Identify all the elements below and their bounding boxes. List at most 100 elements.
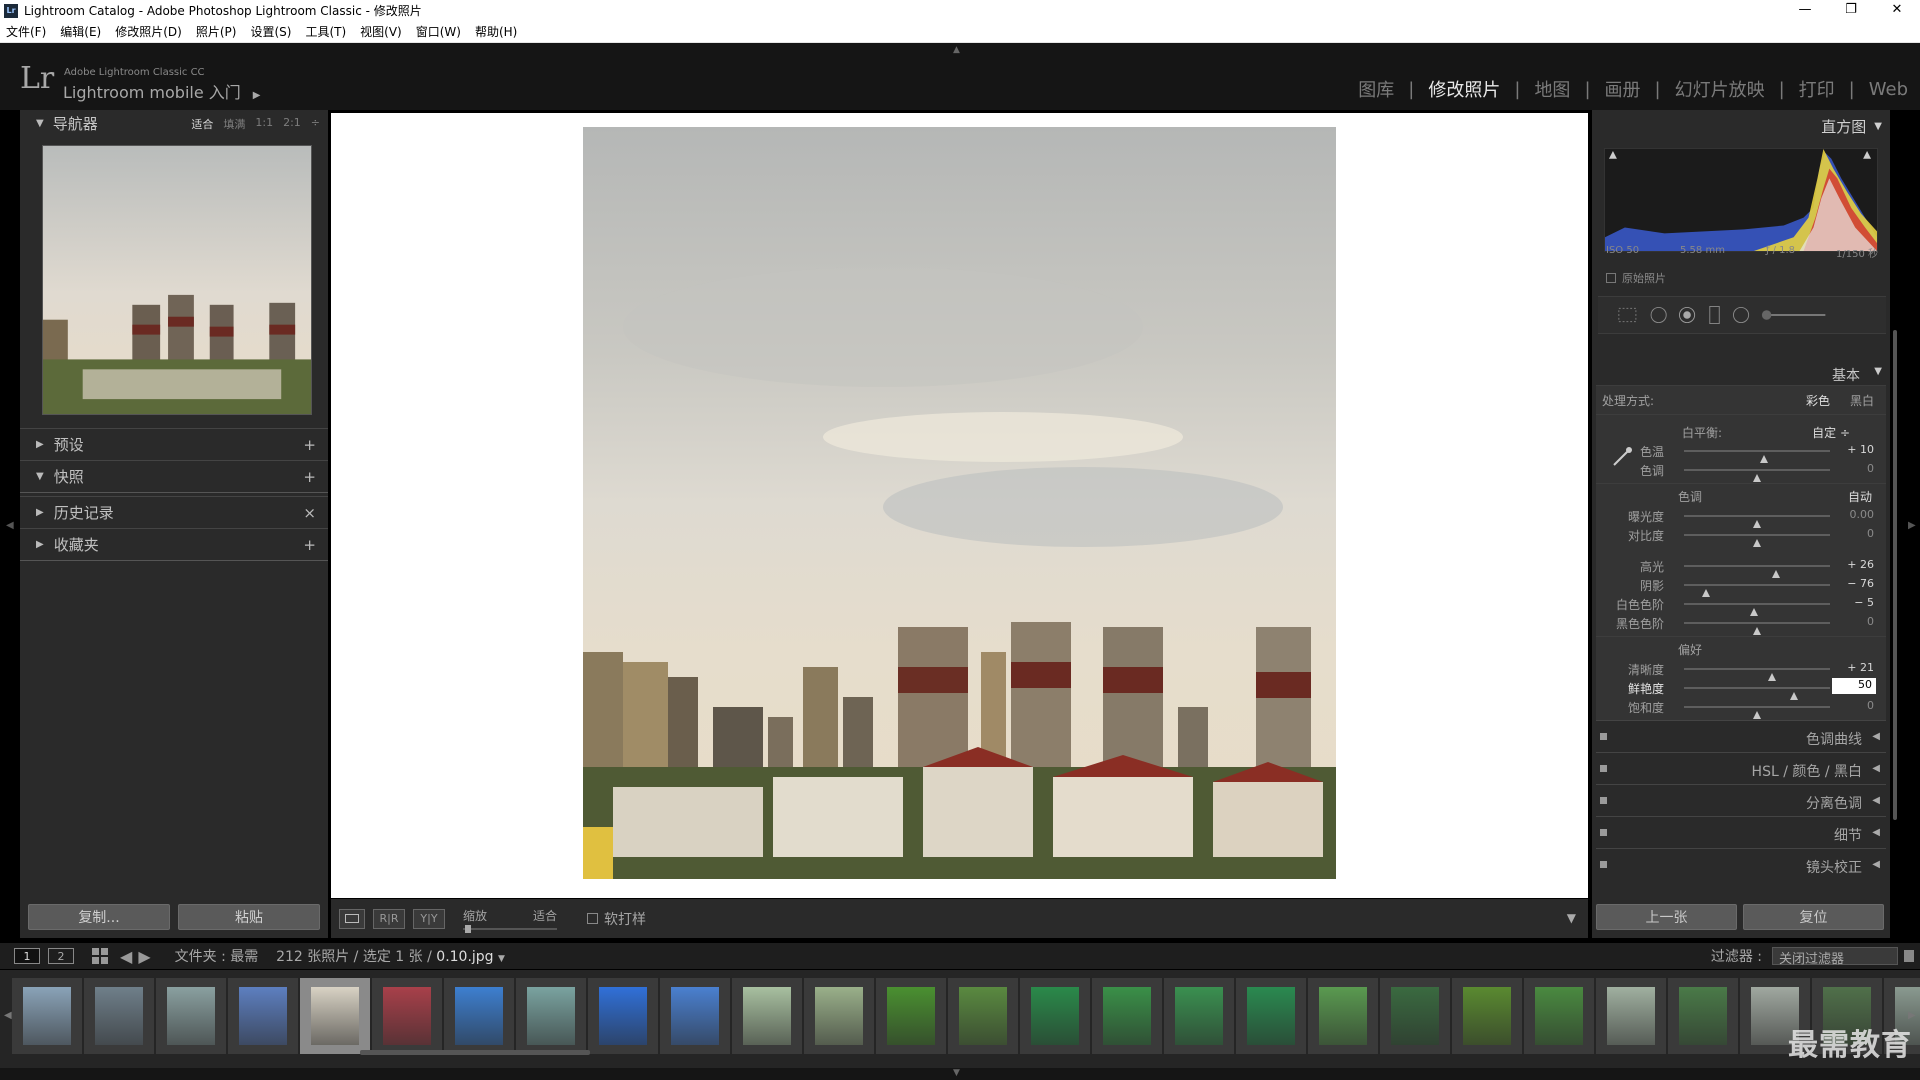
zoom-control[interactable]: 缩放 适合	[463, 907, 557, 933]
slider-track[interactable]	[1684, 515, 1830, 528]
clear-history-button[interactable]: ×	[303, 504, 316, 522]
collapsed-panel[interactable]: 细节 ◀	[1596, 816, 1886, 848]
right-panel-toggle-icon[interactable]: ▶	[1908, 520, 1916, 531]
nav-mode-dropdown[interactable]: ÷	[311, 116, 320, 132]
slider-knob[interactable]	[1753, 474, 1761, 482]
slider-track[interactable]	[1684, 706, 1830, 719]
filmstrip-thumbnail[interactable]	[1596, 978, 1666, 1054]
basic-panel-header[interactable]: 基本 ▼	[1596, 365, 1886, 385]
secondary-display-button[interactable]: 2	[48, 948, 74, 964]
module-book[interactable]: 画册	[1605, 76, 1641, 102]
filmstrip-thumbnail[interactable]	[156, 978, 226, 1054]
menu-view[interactable]: 视图(V)	[360, 23, 402, 40]
module-library[interactable]: 图库	[1358, 76, 1394, 102]
filmstrip-scroll-left-icon[interactable]: ◀	[4, 1010, 12, 1021]
paste-settings-button[interactable]: 粘贴	[178, 904, 320, 930]
histogram-chart[interactable]	[1604, 148, 1878, 252]
slider-row[interactable]: 黑色色阶 0	[1596, 613, 1886, 635]
slider-row[interactable]: 色温 + 10	[1596, 441, 1886, 463]
left-panel-toggle-icon[interactable]: ◀	[6, 520, 14, 531]
panel-toggle-switch-icon[interactable]	[1600, 765, 1607, 772]
before-after-tb-button[interactable]: Y|Y	[413, 908, 445, 929]
loupe-view-button[interactable]	[339, 908, 365, 929]
nav-mode-fit[interactable]: 适合	[191, 116, 213, 132]
panel-toggle-switch-icon[interactable]	[1600, 733, 1607, 740]
add-collection-button[interactable]: +	[303, 536, 316, 554]
white-balance-preset-dropdown[interactable]: 自定 ÷	[1812, 424, 1850, 441]
slider-track[interactable]	[1684, 622, 1830, 635]
filmstrip-thumbnail[interactable]	[228, 978, 298, 1054]
radial-filter-icon[interactable]	[1733, 306, 1750, 324]
filmstrip-thumbnail[interactable]	[804, 978, 874, 1054]
filmstrip-thumbnail[interactable]	[948, 978, 1018, 1054]
filter-lock-icon[interactable]	[1904, 950, 1914, 962]
bottom-panel-toggle-icon[interactable]: ▼	[953, 1068, 960, 1078]
slider-row[interactable]: 高光 + 26	[1596, 556, 1886, 578]
slider-value-input[interactable]: 50	[1832, 678, 1876, 694]
filmstrip-thumbnail[interactable]	[444, 978, 514, 1054]
slider-row[interactable]: 色调 0	[1596, 460, 1886, 482]
history-section[interactable]: ▶ 历史记录 ×	[20, 496, 328, 528]
before-after-lr-button[interactable]: R|R	[373, 908, 405, 929]
filmstrip-thumbnail[interactable]	[300, 978, 370, 1054]
slider-row[interactable]: 对比度 0	[1596, 525, 1886, 547]
slider-knob[interactable]	[1753, 539, 1761, 547]
minimize-button[interactable]: —	[1782, 0, 1828, 21]
slider-track[interactable]	[1684, 534, 1830, 547]
snapshots-section[interactable]: ▼ 快照 +	[20, 460, 328, 492]
slider-row[interactable]: 饱和度 0	[1596, 697, 1886, 719]
filmstrip-thumbnail[interactable]	[660, 978, 730, 1054]
top-panel-toggle-icon[interactable]: ▲	[953, 45, 960, 55]
menu-photo[interactable]: 照片(P)	[196, 23, 237, 40]
filmstrip-thumbnail[interactable]	[516, 978, 586, 1054]
auto-tone-button[interactable]: 自动	[1848, 488, 1872, 505]
panel-toggle-switch-icon[interactable]	[1600, 861, 1607, 868]
filmstrip-thumbnail[interactable]	[372, 978, 442, 1054]
treatment-bw-option[interactable]: 黑白	[1850, 392, 1874, 409]
presets-section[interactable]: ▶ 预设 +	[20, 428, 328, 460]
module-print[interactable]: 打印	[1799, 76, 1835, 102]
filmstrip-thumbnail[interactable]	[876, 978, 946, 1054]
add-preset-button[interactable]: +	[303, 436, 316, 454]
module-web[interactable]: Web	[1869, 79, 1908, 100]
treatment-color-option[interactable]: 彩色	[1806, 392, 1830, 409]
spot-removal-tool-icon[interactable]	[1650, 306, 1667, 324]
panel-toggle-switch-icon[interactable]	[1600, 797, 1607, 804]
source-breadcrumb[interactable]: 文件夹 : 最需 212 张照片 / 选定 1 张 / 0.10.jpg ▼	[175, 946, 505, 966]
navigator-preview[interactable]	[42, 145, 312, 415]
nav-mode-fill[interactable]: 填满	[223, 116, 245, 132]
slider-row[interactable]: 白色色阶 − 5	[1596, 594, 1886, 616]
navigator-header[interactable]: ▼ 导航器 适合 填满 1:1 2:1 ÷	[20, 110, 328, 136]
soft-proofing-toggle[interactable]: 软打样	[587, 909, 646, 929]
filmstrip-thumbnail[interactable]	[1308, 978, 1378, 1054]
collapsed-panel[interactable]: HSL / 颜色 / 黑白 ◀	[1596, 752, 1886, 784]
grid-view-icon[interactable]	[92, 948, 108, 964]
collections-section[interactable]: ▶ 收藏夹 +	[20, 528, 328, 560]
slider-track[interactable]	[1684, 450, 1830, 463]
graduated-filter-icon[interactable]	[1709, 306, 1720, 324]
filmstrip-thumbnail[interactable]	[1020, 978, 1090, 1054]
filmstrip-thumbnail[interactable]	[1236, 978, 1306, 1054]
histogram-header[interactable]: 直方图 ▼	[1821, 114, 1882, 138]
main-photo[interactable]	[583, 127, 1336, 879]
panel-toggle-switch-icon[interactable]	[1600, 829, 1607, 836]
zoom-slider-knob[interactable]	[465, 925, 471, 933]
maximize-button[interactable]: ❐	[1828, 0, 1874, 21]
filmstrip-thumbnail[interactable]	[1164, 978, 1234, 1054]
forward-arrow-icon[interactable]: ▶	[138, 947, 150, 966]
mobile-getting-started[interactable]: Lightroom mobile 入门 ▶	[63, 79, 260, 103]
slider-knob[interactable]	[1753, 627, 1761, 635]
collapsed-panel[interactable]: 分离色调 ◀	[1596, 784, 1886, 816]
collapsed-panel[interactable]: 色调曲线 ◀	[1596, 720, 1886, 752]
filmstrip-thumbnail[interactable]	[1524, 978, 1594, 1054]
toolbar-options-dropdown-icon[interactable]: ▼	[1567, 911, 1576, 925]
menu-edit[interactable]: 编辑(E)	[60, 23, 101, 40]
slider-knob[interactable]	[1753, 711, 1761, 719]
back-arrow-icon[interactable]: ◀	[120, 947, 132, 966]
slider-track[interactable]	[1684, 668, 1830, 681]
close-button[interactable]: ✕	[1874, 0, 1920, 21]
filmstrip-thumbnail[interactable]	[732, 978, 802, 1054]
nav-mode-1to1[interactable]: 1:1	[255, 116, 273, 132]
slider-row[interactable]: 清晰度 + 21	[1596, 659, 1886, 681]
image-canvas[interactable]	[331, 113, 1588, 898]
